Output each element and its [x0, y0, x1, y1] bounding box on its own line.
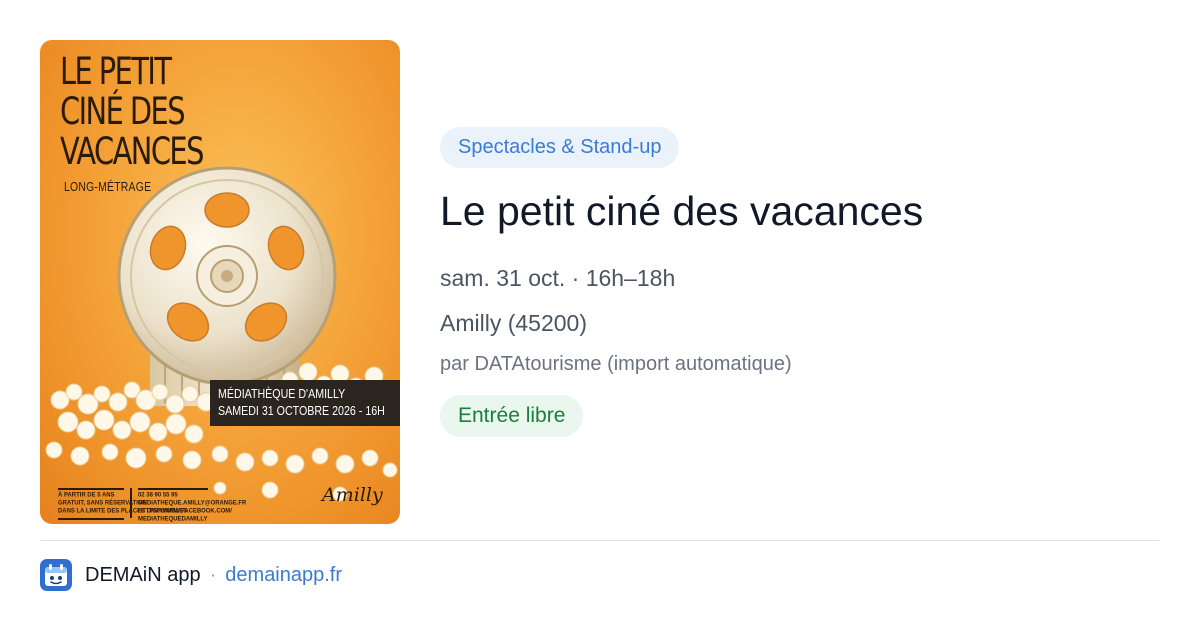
- event-location: Amilly (45200): [440, 310, 587, 336]
- event-title[interactable]: Le petit ciné des vacances: [440, 185, 923, 237]
- category-badge[interactable]: Spectacles & Stand-up: [440, 127, 680, 168]
- footer-divider: [40, 540, 1160, 541]
- poster-info-line: À PARTIR DE 5 ANS: [58, 492, 115, 498]
- poster-title-line: LE PETIT: [60, 50, 172, 93]
- price-badge: Entrée libre: [440, 395, 584, 437]
- poster-venue-box: MÉDIATHÈQUE D'AMILLY SAMEDI 31 OCTOBRE 2…: [210, 380, 400, 426]
- poster-info-line: MEDIATHEQUE.AMILLY@ORANGE.FR: [138, 500, 247, 506]
- poster-info-line: HTTPS://WWW.FACEBOOK.COM/: [138, 508, 232, 514]
- footer-separator: ·: [209, 563, 217, 586]
- poster-info-line: 02 38 90 55 95: [138, 492, 178, 498]
- poster-info-line: GRATUIT, SANS RÉSERVATION: [58, 500, 147, 506]
- app-name: DEMAiN app: [85, 563, 201, 586]
- event-source: par DATAtourisme (import automatique): [440, 353, 792, 375]
- event-datetime: sam. 31 oct. · 16h–18h: [440, 265, 676, 291]
- poster-info-line: MEDIATHEQUEDAMILLY: [138, 516, 208, 522]
- poster-info-right: 02 38 90 55 95 MEDIATHEQUE.AMILLY@ORANGE…: [138, 488, 247, 524]
- poster-venue-line: SAMEDI 31 OCTOBRE 2026 - 16H: [218, 403, 385, 418]
- footer: DEMAiN app · demainapp.fr: [40, 557, 342, 593]
- event-poster[interactable]: LE PETIT CINÉ DES VACANCES LONG-MÉTRAGE: [40, 40, 400, 524]
- poster-title-line: CINÉ DES: [60, 90, 186, 133]
- demain-app-icon[interactable]: [40, 559, 72, 591]
- app-domain-link[interactable]: demainapp.fr: [225, 564, 342, 587]
- amilly-signature-logo: Amilly: [322, 484, 383, 506]
- poster-info-block: À PARTIR DE 5 ANS GRATUIT, SANS RÉSERVAT…: [58, 488, 247, 524]
- poster-info-left: À PARTIR DE 5 ANS GRATUIT, SANS RÉSERVAT…: [58, 488, 188, 520]
- poster-venue-line: MÉDIATHÈQUE D'AMILLY: [218, 386, 346, 401]
- poster-info-line: DANS LA LIMITE DES PLACES DISPONIBLES: [58, 508, 188, 514]
